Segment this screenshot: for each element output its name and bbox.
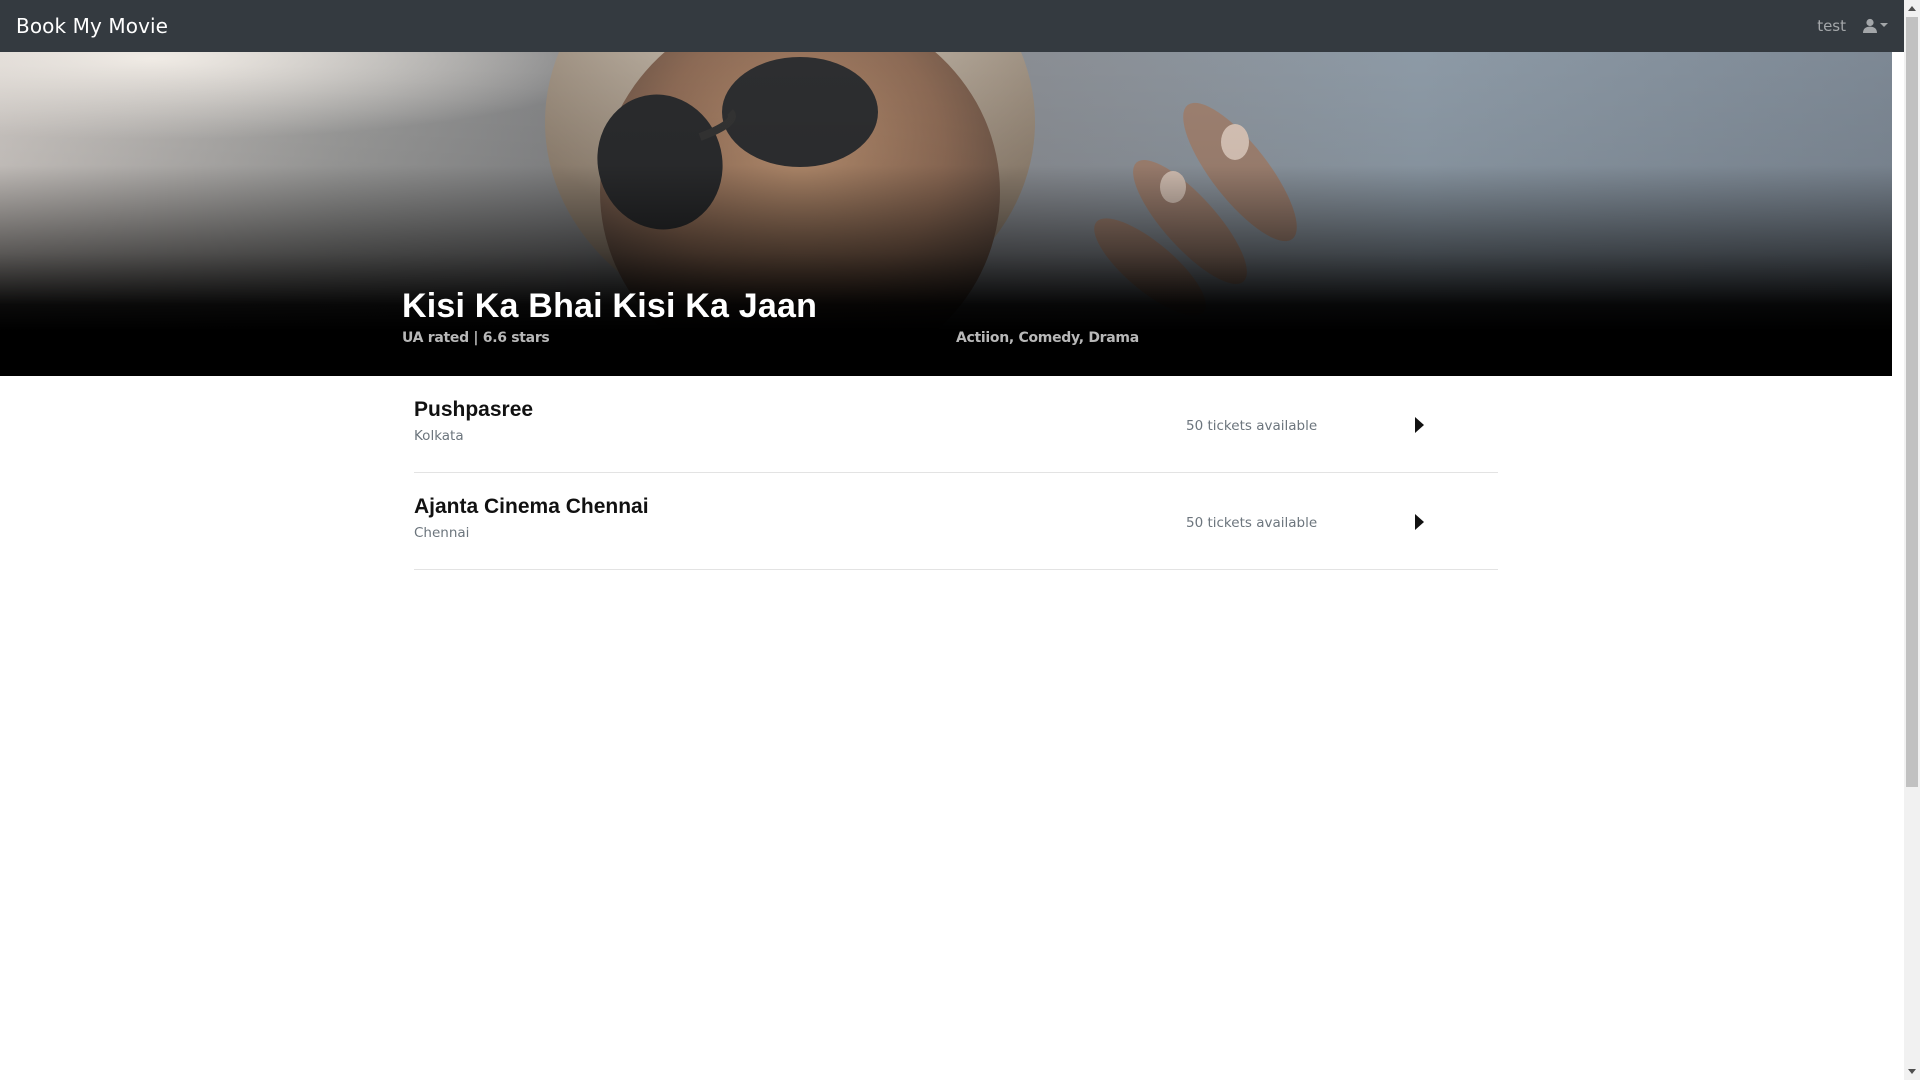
caret-right-icon[interactable]	[1415, 417, 1424, 433]
theatre-name: Pushpasree	[414, 398, 534, 421]
movie-genres: Actiion, Comedy, Drama	[956, 330, 1139, 346]
user-menu-toggle[interactable]	[1862, 18, 1888, 34]
scroll-up-arrow-icon[interactable]	[1908, 6, 1916, 11]
chevron-down-icon	[1880, 22, 1888, 27]
theatre-list: Pushpasree Kolkata 50 tickets available …	[414, 376, 1498, 570]
caret-right-icon[interactable]	[1415, 514, 1424, 530]
theatre-row[interactable]: Pushpasree Kolkata 50 tickets available	[414, 376, 1498, 473]
movie-hero-banner: Kisi Ka Bhai Kisi Ka Jaan UA rated | 6.6…	[0, 52, 1892, 376]
page: Book My Movie test Kisi Ka Bhai Kisi Ka …	[0, 0, 1920, 1080]
username-label: test	[1817, 17, 1846, 35]
movie-rating-info: UA rated | 6.6 stars	[402, 330, 550, 346]
theatre-name: Ajanta Cinema Chennai	[414, 495, 649, 518]
theatre-city: Kolkata	[414, 428, 464, 444]
movie-title: Kisi Ka Bhai Kisi Ka Jaan	[402, 287, 818, 325]
user-icon	[1863, 18, 1877, 33]
scrollbar-thumb[interactable]	[1906, 17, 1918, 787]
hero-gradient-overlay	[0, 52, 1892, 376]
navbar: Book My Movie test	[0, 0, 1904, 52]
tickets-available: 50 tickets available	[1186, 515, 1318, 531]
theatre-row[interactable]: Ajanta Cinema Chennai Chennai 50 tickets…	[414, 473, 1498, 570]
tickets-available: 50 tickets available	[1186, 418, 1318, 434]
vertical-scrollbar[interactable]	[1904, 0, 1920, 1080]
navbar-right: test	[1817, 17, 1888, 35]
scroll-down-arrow-icon[interactable]	[1908, 1069, 1916, 1074]
theatre-city: Chennai	[414, 525, 470, 541]
brand-link[interactable]: Book My Movie	[16, 14, 168, 38]
